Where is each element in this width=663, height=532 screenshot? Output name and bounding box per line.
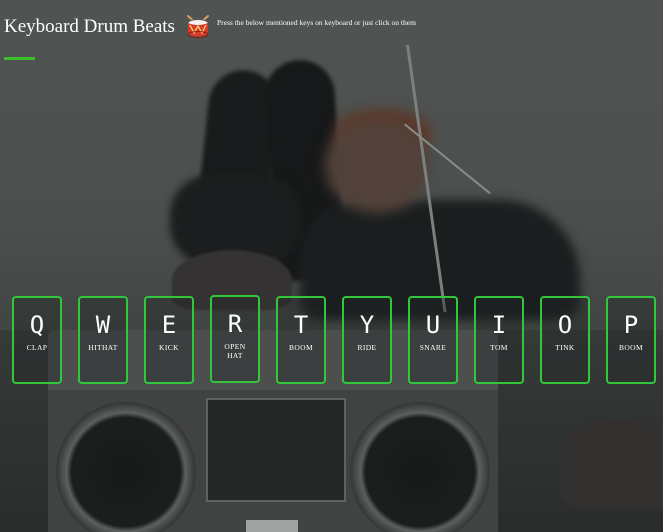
key-sound-label: TOM: [490, 343, 508, 352]
key-letter: O: [557, 311, 573, 339]
key-q[interactable]: Q CLAP: [12, 296, 62, 384]
key-letter: R: [227, 310, 243, 338]
key-sound-label: HITHAT: [88, 343, 118, 352]
key-sound-label: CLAP: [26, 343, 48, 352]
key-sound-label: SNARE: [419, 343, 447, 352]
key-sound-label: TINK: [555, 343, 575, 352]
key-p[interactable]: P BOOM: [606, 296, 656, 384]
drum-keys: Q CLAP W HITHAT E KICK R OPEN HAT T BOOM…: [0, 0, 663, 532]
key-letter: Q: [29, 311, 45, 339]
key-i[interactable]: I TOM: [474, 296, 524, 384]
key-letter: U: [425, 311, 441, 339]
key-sound-label: RIDE: [357, 343, 377, 352]
key-letter: T: [293, 311, 309, 339]
key-e[interactable]: E KICK: [144, 296, 194, 384]
key-letter: P: [623, 311, 639, 339]
key-y[interactable]: Y RIDE: [342, 296, 392, 384]
key-letter: E: [161, 311, 177, 339]
key-sound-label: KICK: [159, 343, 179, 352]
key-w[interactable]: W HITHAT: [78, 296, 128, 384]
key-o[interactable]: O TINK: [540, 296, 590, 384]
key-r[interactable]: R OPEN HAT: [210, 295, 260, 383]
key-t[interactable]: T BOOM: [276, 296, 326, 384]
key-letter: I: [491, 311, 507, 339]
key-letter: Y: [359, 311, 375, 339]
key-letter: W: [95, 311, 111, 339]
key-sound-label: OPEN HAT: [224, 342, 246, 360]
key-sound-label: BOOM: [288, 343, 314, 352]
key-u[interactable]: U SNARE: [408, 296, 458, 384]
key-sound-label: BOOM: [618, 343, 644, 352]
